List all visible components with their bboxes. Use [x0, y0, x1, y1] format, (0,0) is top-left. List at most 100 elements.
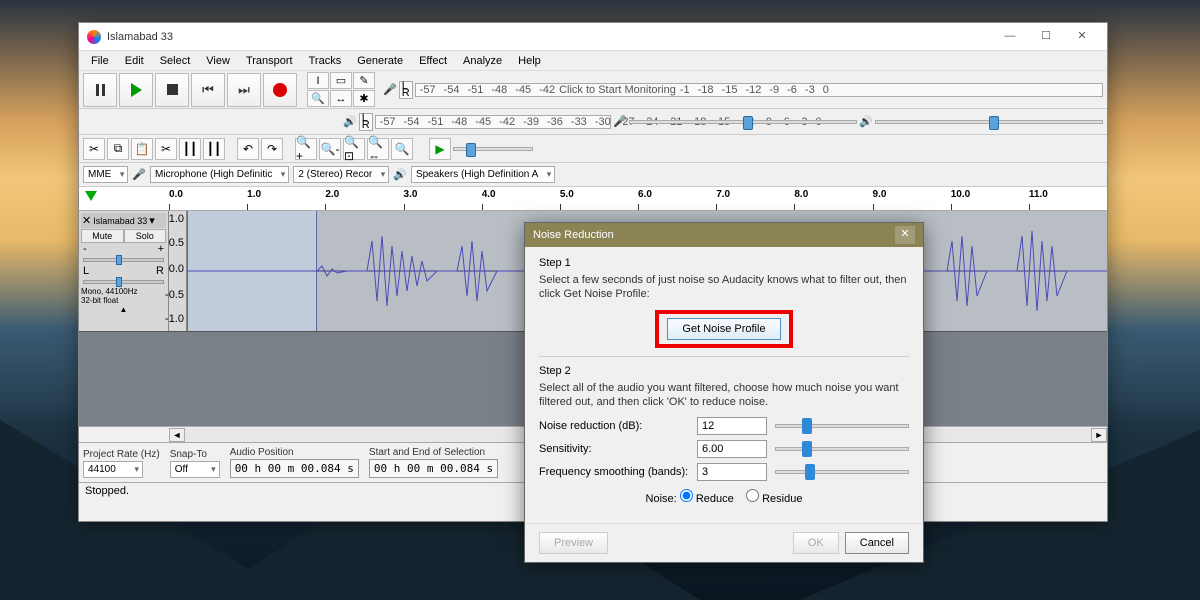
- menu-select[interactable]: Select: [152, 53, 199, 69]
- trim-button[interactable]: ✂: [155, 138, 177, 160]
- dialog-close-button[interactable]: ✕: [895, 226, 915, 244]
- scroll-left-button[interactable]: ◄: [169, 428, 185, 442]
- play-vol-icon: 🔊: [859, 115, 873, 128]
- selection-tool[interactable]: I: [307, 72, 329, 89]
- zoom-in-button[interactable]: 🔍+: [295, 138, 317, 160]
- zoom-sel-button[interactable]: 🔍⊡: [343, 138, 365, 160]
- device-toolbar: MME 🎤 Microphone (High Definitic 2 (Ster…: [79, 163, 1107, 187]
- ok-button[interactable]: OK: [793, 532, 839, 554]
- amplitude-scale: 1.0 0.5 0.0 -0.5 -1.0: [169, 211, 187, 331]
- paste-button[interactable]: 📋: [131, 138, 153, 160]
- stop-button[interactable]: [155, 73, 189, 107]
- playback-meter[interactable]: -57-54-51-48-45-42-39-36-33-30-27-24-21-…: [375, 115, 611, 129]
- titlebar[interactable]: Islamabad 33 — ☐ ✕: [79, 23, 1107, 51]
- play-at-speed-button[interactable]: ▶: [429, 138, 451, 160]
- zoom-tool[interactable]: 🔍: [307, 90, 329, 107]
- menu-help[interactable]: Help: [510, 53, 549, 69]
- noise-reduction-input[interactable]: [697, 417, 767, 435]
- get-noise-profile-button[interactable]: Get Noise Profile: [667, 318, 780, 340]
- menu-file[interactable]: File: [83, 53, 117, 69]
- silence2-button[interactable]: ┃┃: [203, 138, 225, 160]
- silence-button[interactable]: ┃┃: [179, 138, 201, 160]
- record-button[interactable]: [263, 73, 297, 107]
- sensitivity-slider[interactable]: [775, 447, 909, 451]
- play-volume-slider[interactable]: [875, 120, 1103, 124]
- menu-transport[interactable]: Transport: [238, 53, 301, 69]
- menu-view[interactable]: View: [198, 53, 238, 69]
- envelope-tool[interactable]: ▭: [330, 72, 352, 89]
- snap-dropdown[interactable]: Off: [170, 461, 220, 478]
- status-text: Stopped.: [85, 485, 129, 497]
- multi-tool[interactable]: ✱: [353, 90, 375, 107]
- mic-device-icon: 🎤: [132, 168, 146, 181]
- recording-meter[interactable]: -57-54-51-48-45-42 Click to Start Monito…: [415, 83, 1103, 97]
- draw-tool[interactable]: ✎: [353, 72, 375, 89]
- timeline-ruler[interactable]: 0.0 1.0 2.0 3.0 4.0 5.0 6.0 7.0 8.0 9.0 …: [79, 187, 1107, 211]
- dialog-titlebar[interactable]: Noise Reduction ✕: [525, 223, 923, 247]
- residue-radio[interactable]: Residue: [746, 493, 802, 505]
- window-title: Islamabad 33: [107, 31, 993, 43]
- pan-slider[interactable]: [83, 280, 164, 284]
- close-button[interactable]: ✕: [1065, 27, 1099, 47]
- zoom-fit-button[interactable]: 🔍⇔: [367, 138, 389, 160]
- track-menu-icon[interactable]: ▾: [149, 214, 155, 227]
- mute-button[interactable]: Mute: [81, 229, 124, 243]
- nr-label: Noise reduction (dB):: [539, 420, 689, 432]
- maximize-button[interactable]: ☐: [1029, 27, 1063, 47]
- skip-end-button[interactable]: ⏭: [227, 73, 261, 107]
- cut-button[interactable]: ✂: [83, 138, 105, 160]
- speaker-icon: 🔊: [343, 115, 357, 128]
- app-logo-icon: [87, 30, 101, 44]
- solo-button[interactable]: Solo: [124, 229, 167, 243]
- freq-label: Frequency smoothing (bands):: [539, 466, 689, 478]
- timeshift-tool[interactable]: ↔: [330, 90, 352, 107]
- menu-generate[interactable]: Generate: [349, 53, 411, 69]
- gain-slider[interactable]: [83, 258, 164, 262]
- noise-reduction-slider[interactable]: [775, 424, 909, 428]
- preview-button[interactable]: Preview: [539, 532, 608, 554]
- rec-channels-dropdown[interactable]: 2 (Stereo) Recor: [293, 166, 389, 183]
- speed-slider[interactable]: [453, 147, 533, 151]
- play-device-dropdown[interactable]: Speakers (High Definition A: [411, 166, 555, 183]
- track-info: Mono, 44100Hz: [81, 287, 166, 296]
- speaker-device-icon: 🔊: [393, 168, 407, 181]
- cancel-button[interactable]: Cancel: [845, 532, 909, 554]
- audio-position-field[interactable]: 00 h 00 m 00.084 s: [230, 459, 359, 478]
- playhead-marker-icon[interactable]: [85, 191, 97, 201]
- minimize-button[interactable]: —: [993, 27, 1027, 47]
- freq-smoothing-input[interactable]: [697, 463, 767, 481]
- skip-start-button[interactable]: ⏮: [191, 73, 225, 107]
- rec-device-dropdown[interactable]: Microphone (High Definitic: [150, 166, 289, 183]
- freq-smoothing-slider[interactable]: [775, 470, 909, 474]
- menu-edit[interactable]: Edit: [117, 53, 152, 69]
- redo-button[interactable]: ↷: [261, 138, 283, 160]
- track-info2: 32-bit float: [81, 296, 166, 305]
- menu-effect[interactable]: Effect: [411, 53, 455, 69]
- rate-label: Project Rate (Hz): [83, 449, 160, 460]
- menu-analyze[interactable]: Analyze: [455, 53, 510, 69]
- undo-button[interactable]: ↶: [237, 138, 259, 160]
- collapse-icon[interactable]: ▲: [81, 305, 166, 314]
- project-rate-dropdown[interactable]: 44100: [83, 461, 143, 478]
- step1-heading: Step 1: [539, 257, 909, 269]
- pos-label: Audio Position: [230, 447, 359, 458]
- scroll-right-button[interactable]: ►: [1091, 428, 1107, 442]
- zoom-out-button[interactable]: 🔍-: [319, 138, 341, 160]
- audio-host-dropdown[interactable]: MME: [83, 166, 128, 183]
- reduce-radio[interactable]: Reduce: [680, 493, 734, 505]
- track-close-icon[interactable]: ✕: [82, 214, 91, 227]
- zoom-toggle-button[interactable]: 🔍: [391, 138, 413, 160]
- sensitivity-input[interactable]: [697, 440, 767, 458]
- menu-tracks[interactable]: Tracks: [301, 53, 350, 69]
- track-control-panel[interactable]: ✕Islamabad 33▾ MuteSolo -+ LR Mono, 4410…: [79, 211, 169, 331]
- pause-button[interactable]: [83, 73, 117, 107]
- track-name[interactable]: Islamabad 33: [93, 216, 147, 226]
- rec-volume-slider[interactable]: [629, 120, 857, 124]
- edit-toolbar: ✂ ⧉ 📋 ✂ ┃┃ ┃┃ ↶ ↷ 🔍+ 🔍- 🔍⊡ 🔍⇔ 🔍 ▶: [79, 135, 1107, 163]
- copy-button[interactable]: ⧉: [107, 138, 129, 160]
- transport-toolbar: ⏮ ⏭ I ▭ ✎ 🔍 ↔ ✱ 🎤 LR -57-54-51-48-45-42 …: [79, 71, 1107, 109]
- play-button[interactable]: [119, 73, 153, 107]
- sel-start-field[interactable]: 00 h 00 m 00.084 s: [369, 459, 498, 478]
- noise-reduction-dialog: Noise Reduction ✕ Step 1 Select a few se…: [524, 222, 924, 563]
- mic-icon: 🎤: [383, 83, 397, 96]
